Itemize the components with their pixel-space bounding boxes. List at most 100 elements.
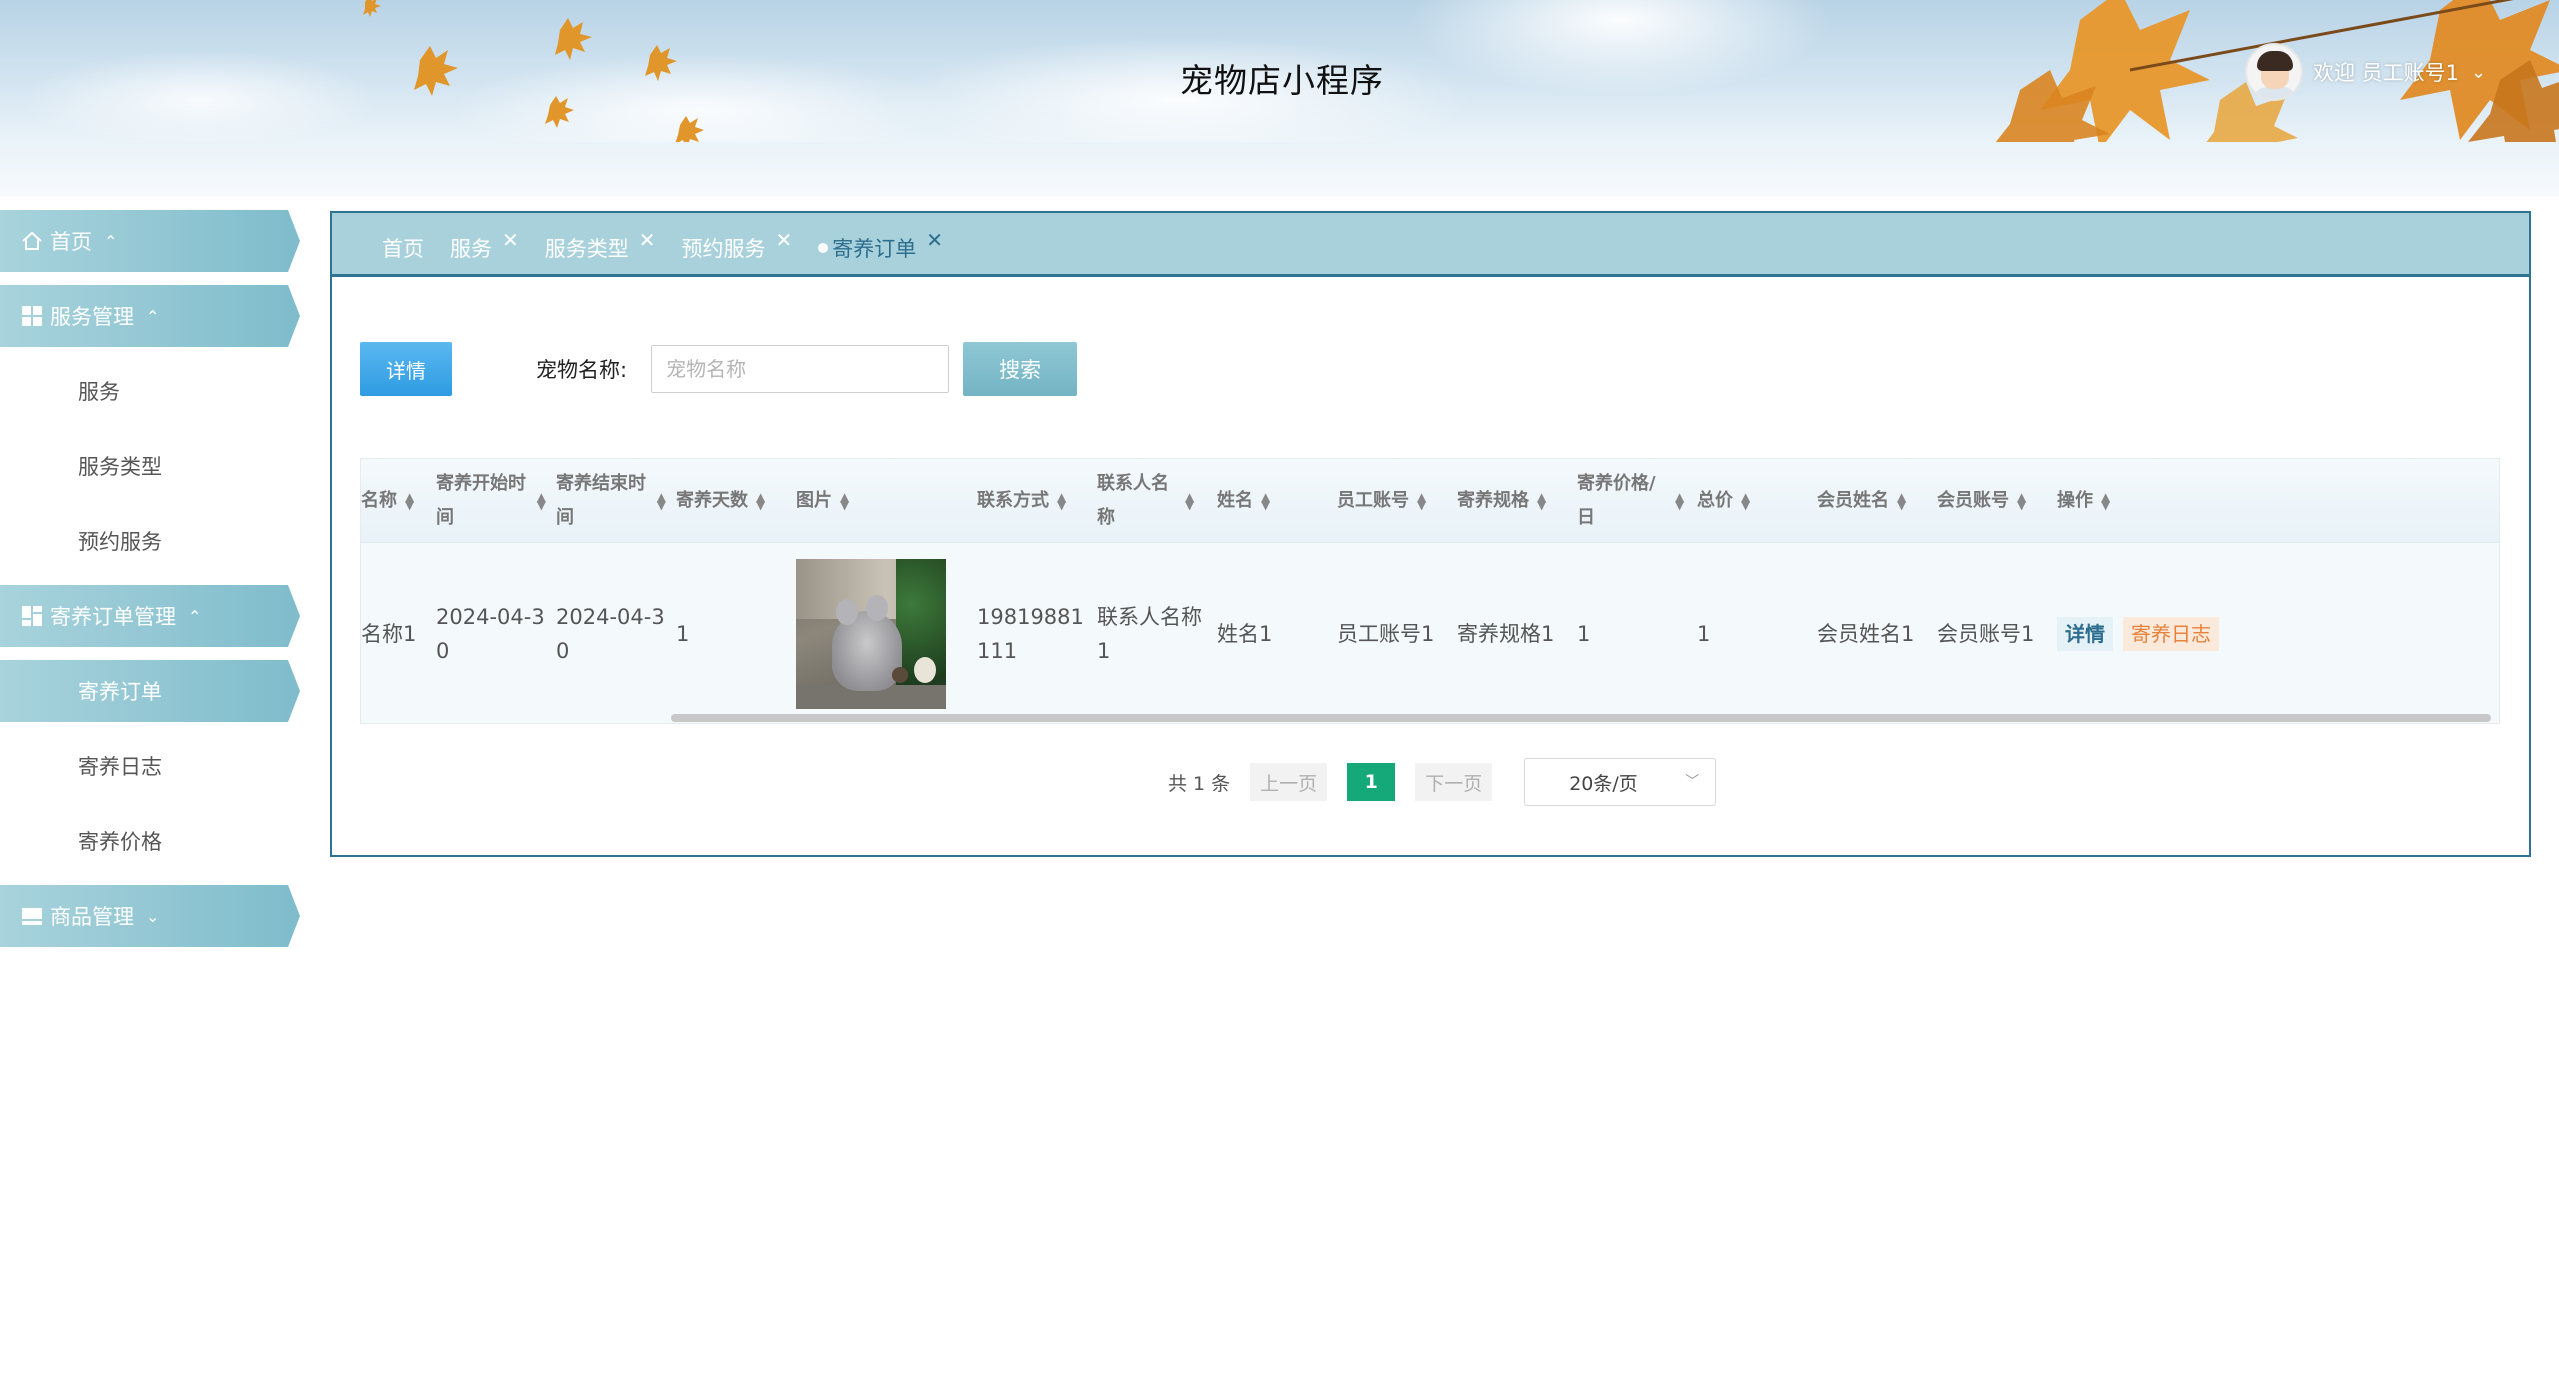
- column-header-daily-price[interactable]: 寄养价格/日 ▲ ▼: [1577, 459, 1689, 543]
- sidebar-item-service-type[interactable]: 服务类型: [0, 435, 300, 497]
- row-boarding-log-link[interactable]: 寄养日志: [2123, 617, 2219, 651]
- sidebar-group-home[interactable]: 首页 ⌃: [0, 210, 300, 272]
- column-header-label: 寄养价格/日: [1577, 473, 1656, 528]
- sort-icon[interactable]: ▲ ▼: [537, 491, 546, 511]
- page-number-current[interactable]: 1: [1347, 763, 1396, 801]
- column-header-days[interactable]: 寄养天数 ▲ ▼: [676, 459, 765, 543]
- detail-button[interactable]: 详情: [360, 342, 452, 396]
- sidebar-group-boarding-order-management[interactable]: 寄养订单管理 ⌃: [0, 585, 300, 647]
- sort-icon[interactable]: ▲ ▼: [756, 491, 765, 511]
- page-size-select[interactable]: 20条/页 ﹀: [1524, 758, 1717, 806]
- close-icon[interactable]: ✕: [776, 228, 793, 252]
- sort-icon[interactable]: ▲ ▼: [2017, 491, 2026, 511]
- sort-icon[interactable]: ▲ ▼: [1417, 491, 1426, 511]
- column-header-pet-name[interactable]: 名称 ▲ ▼: [361, 459, 414, 543]
- column-header-name[interactable]: 姓名 ▲ ▼: [1217, 459, 1270, 543]
- grid-icon: [20, 304, 44, 328]
- column-header-total[interactable]: 总价 ▲ ▼: [1697, 459, 1750, 543]
- cell-start-time: 2024-04-30: [436, 605, 545, 663]
- cell-pet-name: 名称1: [361, 622, 417, 646]
- column-header-label: 名称: [361, 490, 397, 511]
- sidebar-group-label: 寄养订单管理: [50, 605, 176, 629]
- sidebar-item-boarding-order[interactable]: 寄养订单: [0, 660, 300, 722]
- cell-phone: 19819881111: [977, 605, 1084, 663]
- tab-boarding-order[interactable]: 寄养订单 ✕: [818, 222, 943, 274]
- tab-label: 寄养订单: [832, 237, 917, 261]
- chevron-down-icon: ⌄: [146, 906, 160, 926]
- sidebar-item-boarding-log[interactable]: 寄养日志: [0, 735, 300, 797]
- sort-icon[interactable]: ▲ ▼: [657, 491, 666, 511]
- cell-total: 1: [1697, 622, 1711, 646]
- column-header-label: 联系人名称: [1097, 473, 1169, 528]
- next-page-button[interactable]: 下一页: [1415, 763, 1493, 801]
- sidebar-group-label: 商品管理: [50, 905, 134, 929]
- list-icon: [20, 904, 44, 928]
- header-subbar: [0, 142, 2559, 197]
- user-menu[interactable]: 欢迎 员工账号1 ⌄: [2245, 42, 2486, 102]
- chevron-up-icon: ⌃: [104, 231, 118, 251]
- table-header: 名称 ▲ ▼ 寄养开始时间 ▲ ▼ 寄养结束时间 ▲ ▼ 寄养天数 ▲ ▼ 图片 ▲ ▼ 联系方式 ▲…: [361, 459, 2499, 543]
- user-avatar[interactable]: [2245, 43, 2303, 101]
- column-header-label: 寄养开始时间: [436, 473, 526, 528]
- column-header-phone[interactable]: 联系方式 ▲ ▼: [977, 459, 1066, 543]
- column-header-end-time[interactable]: 寄养结束时间 ▲ ▼: [556, 459, 666, 543]
- close-icon[interactable]: ✕: [502, 228, 519, 252]
- table-row[interactable]: 名称1 2024-04-30 2024-04-30 1 19819881111 …: [361, 543, 2499, 723]
- sort-icon[interactable]: ▲ ▼: [840, 491, 849, 511]
- column-header-label: 寄养天数: [676, 490, 748, 511]
- chevron-up-icon: ⌃: [146, 306, 160, 326]
- close-icon[interactable]: ✕: [639, 228, 656, 252]
- sort-icon[interactable]: ▲ ▼: [1185, 491, 1194, 511]
- tab-label: 预约服务: [681, 237, 766, 261]
- chevron-down-icon[interactable]: ⌄: [2471, 62, 2486, 83]
- pet-photo[interactable]: [796, 559, 946, 709]
- tab-booking-service[interactable]: 预约服务 ✕: [682, 222, 793, 274]
- sort-icon[interactable]: ▲ ▼: [1261, 491, 1270, 511]
- cell-daily-price: 1: [1577, 622, 1591, 646]
- close-icon[interactable]: ✕: [926, 228, 943, 252]
- sort-icon[interactable]: ▲ ▼: [2101, 491, 2110, 511]
- tab-home[interactable]: 首页: [382, 222, 424, 274]
- row-detail-link[interactable]: 详情: [2057, 617, 2113, 651]
- app-title: 宠物店小程序: [1180, 61, 1384, 100]
- cell-days: 1: [676, 622, 690, 646]
- column-header-label: 操作: [2057, 490, 2093, 511]
- tab-label: 服务: [450, 237, 492, 261]
- sort-icon[interactable]: ▲ ▼: [1897, 491, 1906, 511]
- sidebar-item-booking-service[interactable]: 预约服务: [0, 510, 300, 572]
- prev-page-button[interactable]: 上一页: [1250, 763, 1328, 801]
- horizontal-scrollbar[interactable]: [671, 714, 2491, 722]
- sort-icon[interactable]: ▲ ▼: [405, 491, 414, 511]
- sort-icon[interactable]: ▲ ▼: [1057, 491, 1066, 511]
- cell-staff-account: 员工账号1: [1337, 622, 1435, 646]
- sort-icon[interactable]: ▲ ▼: [1675, 491, 1684, 511]
- pet-name-input[interactable]: [651, 345, 950, 393]
- column-header-start-time[interactable]: 寄养开始时间 ▲ ▼: [436, 459, 546, 543]
- column-header-label: 总价: [1697, 490, 1733, 511]
- column-header-image[interactable]: 图片 ▲ ▼: [796, 459, 849, 543]
- column-header-label: 寄养结束时间: [556, 473, 646, 528]
- total-count: 共 1 条: [1168, 772, 1231, 795]
- column-header-member-name[interactable]: 会员姓名 ▲ ▼: [1817, 459, 1906, 543]
- sidebar-item-boarding-price[interactable]: 寄养价格: [0, 810, 300, 872]
- column-header-staff-account[interactable]: 员工账号 ▲ ▼: [1337, 459, 1426, 543]
- sort-icon[interactable]: ▲ ▼: [1741, 491, 1750, 511]
- column-header-actions[interactable]: 操作 ▲ ▼: [2057, 459, 2110, 543]
- tab-bar: 首页 服务 ✕ 服务类型 ✕ 预约服务 ✕ 寄养订单 ✕: [332, 213, 2529, 277]
- tab-service[interactable]: 服务 ✕: [450, 222, 519, 274]
- pagination: 共 1 条 上一页 1 下一页 20条/页 ﹀: [1168, 757, 1717, 807]
- column-header-contact[interactable]: 联系人名称 ▲ ▼: [1097, 459, 1209, 543]
- column-header-spec[interactable]: 寄养规格 ▲ ▼: [1457, 459, 1546, 543]
- tab-service-type[interactable]: 服务类型 ✕: [545, 222, 656, 274]
- search-button[interactable]: 搜索: [963, 342, 1078, 396]
- column-header-label: 寄养规格: [1457, 490, 1529, 511]
- sidebar-group-service-management[interactable]: 服务管理 ⌃: [0, 285, 300, 347]
- sidebar-group-goods-management[interactable]: 商品管理 ⌄: [0, 885, 300, 947]
- column-header-member-account[interactable]: 会员账号 ▲ ▼: [1937, 459, 2026, 543]
- pet-name-filter-label: 宠物名称:: [536, 358, 628, 382]
- cell-name: 姓名1: [1217, 622, 1273, 646]
- cell-actions: 详情 寄养日志: [2057, 543, 2219, 723]
- sort-icon[interactable]: ▲ ▼: [1537, 491, 1546, 511]
- sidebar-item-service[interactable]: 服务: [0, 360, 300, 422]
- home-icon: [20, 229, 44, 253]
